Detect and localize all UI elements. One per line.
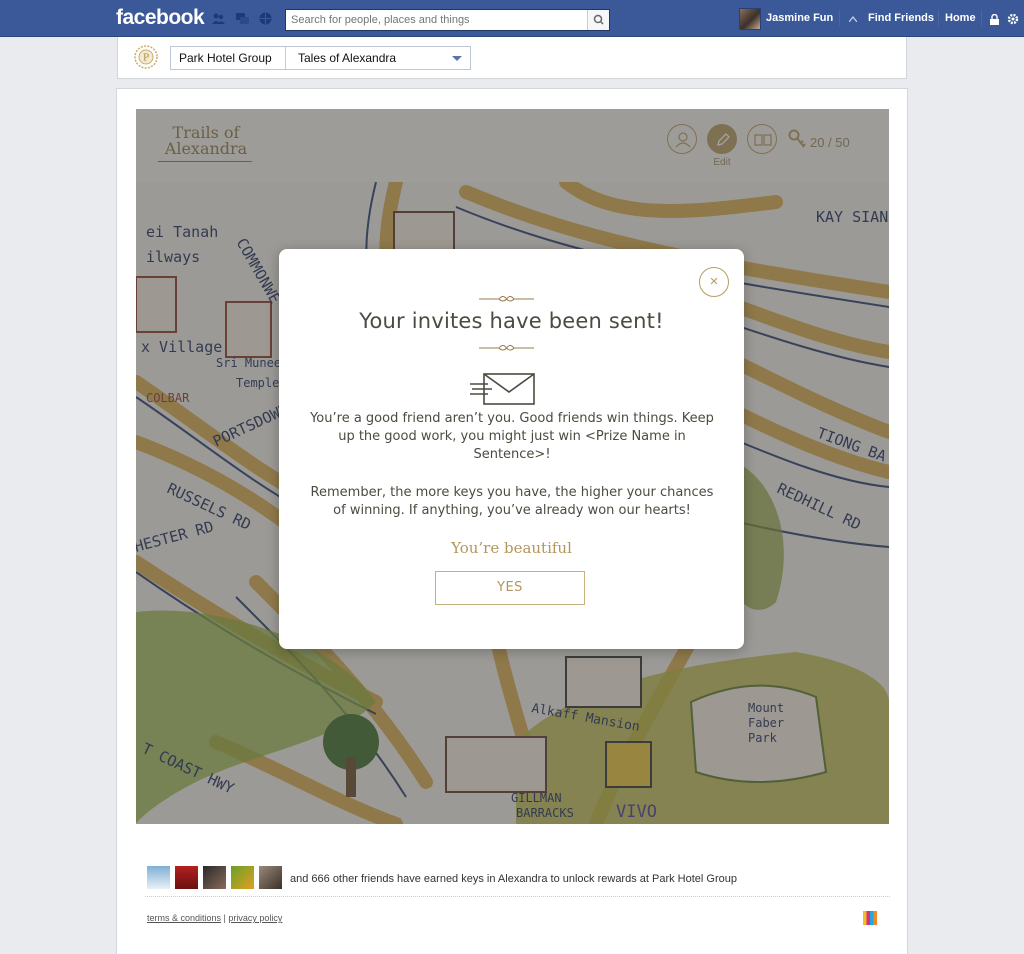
nav-divider xyxy=(839,10,840,26)
terms-link[interactable]: terms & conditions xyxy=(147,913,221,923)
close-button[interactable]: × xyxy=(699,267,729,297)
user-name-link[interactable]: Jasmine Fun xyxy=(766,12,833,24)
friends-keys-text: and 666 other friends have earned keys i… xyxy=(290,873,737,885)
search-button[interactable] xyxy=(587,10,609,30)
facebook-top-bar: facebook Jasmine Fun Find Friends Home xyxy=(0,0,1024,37)
search-input[interactable] xyxy=(286,10,586,30)
friend-avatar[interactable] xyxy=(175,866,198,889)
page-app-selector: Park Hotel Group Tales of Alexandra xyxy=(170,46,471,70)
search-icon xyxy=(593,14,604,25)
app-select[interactable]: Tales of Alexandra xyxy=(286,47,470,69)
privacy-lock-icon[interactable] xyxy=(989,14,1000,25)
app-select-label: Tales of Alexandra xyxy=(298,51,397,65)
privacy-link[interactable]: privacy policy xyxy=(228,913,282,923)
friend-requests-icon[interactable] xyxy=(212,12,225,25)
settings-gear-icon[interactable] xyxy=(1007,13,1019,25)
home-link[interactable]: Home xyxy=(945,12,976,24)
modal-title: Your invites have been sent! xyxy=(359,309,664,333)
flourish-bottom-icon xyxy=(479,345,534,351)
friend-avatar[interactable] xyxy=(203,866,226,889)
chevron-up-icon[interactable] xyxy=(849,16,857,22)
modal-message-1: You’re a good friend aren’t you. Good fr… xyxy=(310,411,714,462)
modal-subheading: You’re beautiful xyxy=(451,539,572,557)
brand-color-bars-icon xyxy=(863,911,877,925)
footer-divider xyxy=(145,896,890,897)
close-icon: × xyxy=(709,273,719,290)
footer-links: terms & conditions | privacy policy xyxy=(147,913,282,923)
nav-divider xyxy=(938,10,939,26)
svg-text:P: P xyxy=(143,54,149,64)
nav-divider xyxy=(981,10,982,26)
friend-avatar[interactable] xyxy=(259,866,282,889)
user-avatar[interactable] xyxy=(739,8,761,30)
find-friends-link[interactable]: Find Friends xyxy=(868,12,934,24)
friend-avatar[interactable] xyxy=(147,866,170,889)
park-hotel-logo[interactable]: P xyxy=(133,44,159,70)
caret-down-icon xyxy=(452,56,462,61)
envelope-sent-icon xyxy=(470,373,535,405)
modal-message-2: Remember, the more keys you have, the hi… xyxy=(310,485,714,518)
page-select[interactable]: Park Hotel Group xyxy=(171,47,286,69)
facebook-logo[interactable]: facebook xyxy=(116,6,205,30)
yes-button[interactable]: YES xyxy=(435,571,585,605)
messages-icon[interactable] xyxy=(236,12,249,25)
page-header-bar: P Park Hotel Group Tales of Alexandra xyxy=(117,37,907,79)
flourish-top-icon xyxy=(479,296,534,302)
invites-sent-modal: × Your invites have been sent! You’re a … xyxy=(279,249,744,649)
friend-avatar[interactable] xyxy=(231,866,254,889)
search-box xyxy=(285,9,610,31)
notifications-globe-icon[interactable] xyxy=(259,12,272,25)
footer-link-divider: | xyxy=(223,913,226,923)
